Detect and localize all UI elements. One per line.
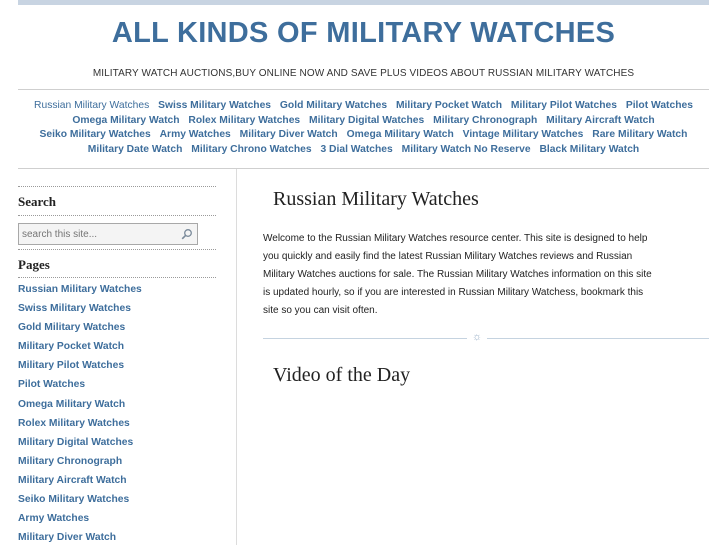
nav-link-seiko-military-watches[interactable]: Seiko Military Watches: [40, 129, 151, 140]
nav-link-military-pilot-watches[interactable]: Military Pilot Watches: [511, 100, 617, 111]
sidebar-dotted-rule: [18, 277, 216, 278]
page-link-military-aircraft-watch[interactable]: Military Aircraft Watch: [18, 474, 218, 493]
nav-link-3-dial-watches[interactable]: 3 Dial Watches: [320, 144, 392, 155]
nav-link-military-digital-watches[interactable]: Military Digital Watches: [309, 115, 424, 126]
page-link-gold-military-watches[interactable]: Gold Military Watches: [18, 321, 218, 340]
nav-link-gold-military-watches[interactable]: Gold Military Watches: [280, 100, 387, 111]
search-heading: Search: [18, 194, 57, 209]
page-link-military-diver-watch[interactable]: Military Diver Watch: [18, 531, 218, 550]
sidebar-dotted-rule: [18, 186, 216, 187]
nav-link-rare-military-watch[interactable]: Rare Military Watch: [592, 129, 687, 140]
page-link-russian-military-watches[interactable]: Russian Military Watches: [18, 283, 218, 302]
search-box: [18, 223, 198, 245]
intro-paragraph: Welcome to the Russian Military Watches …: [263, 233, 652, 316]
pages-heading: Pages: [18, 257, 50, 272]
nav-link-black-military-watch[interactable]: Black Military Watch: [539, 144, 639, 155]
top-accent-bar: [18, 0, 709, 5]
page-link-military-pilot-watches[interactable]: Military Pilot Watches: [18, 359, 218, 378]
nav-link-pilot-watches[interactable]: Pilot Watches: [626, 100, 693, 111]
page-link-pilot-watches[interactable]: Pilot Watches: [18, 378, 218, 397]
page-title: Russian Military Watches: [273, 188, 479, 210]
sun-ornament-icon: ☼: [471, 331, 483, 343]
search-icon[interactable]: [181, 227, 193, 240]
sidebar-dotted-rule: [18, 215, 216, 216]
nav-link-russian-military-watches[interactable]: Russian Military Watches: [34, 100, 149, 111]
nav-link-swiss-military-watches[interactable]: Swiss Military Watches: [158, 100, 271, 111]
nav-link-vintage-military-watches[interactable]: Vintage Military Watches: [463, 129, 584, 140]
section-divider: ☼: [263, 331, 709, 343]
video-section-title: Video of the Day: [273, 364, 411, 386]
page-link-army-watches[interactable]: Army Watches: [18, 512, 218, 531]
nav-link-army-watches[interactable]: Army Watches: [160, 129, 231, 140]
page-link-military-digital-watches[interactable]: Military Digital Watches: [18, 436, 218, 455]
search-input[interactable]: [22, 227, 172, 241]
nav-link-military-date-watch[interactable]: Military Date Watch: [88, 144, 183, 155]
nav-link-omega-military-watch[interactable]: Omega Military Watch: [72, 115, 179, 126]
nav-link-military-chronograph[interactable]: Military Chronograph: [433, 115, 537, 126]
page-link-military-chronograph[interactable]: Military Chronograph: [18, 455, 218, 474]
nav-link-omega-military-watch-2[interactable]: Omega Military Watch: [347, 129, 454, 140]
nav-link-military-diver-watch[interactable]: Military Diver Watch: [240, 129, 338, 140]
page-link-military-pocket-watch[interactable]: Military Pocket Watch: [18, 340, 218, 359]
page-link-swiss-military-watches[interactable]: Swiss Military Watches: [18, 302, 218, 321]
nav-link-military-aircraft-watch[interactable]: Military Aircraft Watch: [546, 115, 655, 126]
header-divider: [18, 89, 709, 90]
page-link-omega-military-watch[interactable]: Omega Military Watch: [18, 398, 218, 417]
site-title[interactable]: ALL KINDS OF MILITARY WATCHES: [0, 17, 727, 50]
nav-link-military-pocket-watch[interactable]: Military Pocket Watch: [396, 100, 502, 111]
nav-link-military-watch-no-reserve[interactable]: Military Watch No Reserve: [402, 144, 531, 155]
nav-link-military-chrono-watches[interactable]: Military Chrono Watches: [191, 144, 311, 155]
sidebar-dotted-rule: [18, 249, 216, 250]
top-navigation: Russian Military Watches Swiss Military …: [18, 99, 709, 158]
nav-link-rolex-military-watches[interactable]: Rolex Military Watches: [188, 115, 300, 126]
page-link-rolex-military-watches[interactable]: Rolex Military Watches: [18, 417, 218, 436]
page-link-seiko-military-watches[interactable]: Seiko Military Watches: [18, 493, 218, 512]
pages-list: Russian Military Watches Swiss Military …: [18, 283, 218, 550]
site-tagline: MILITARY WATCH AUCTIONS,BUY ONLINE NOW A…: [92, 68, 635, 79]
